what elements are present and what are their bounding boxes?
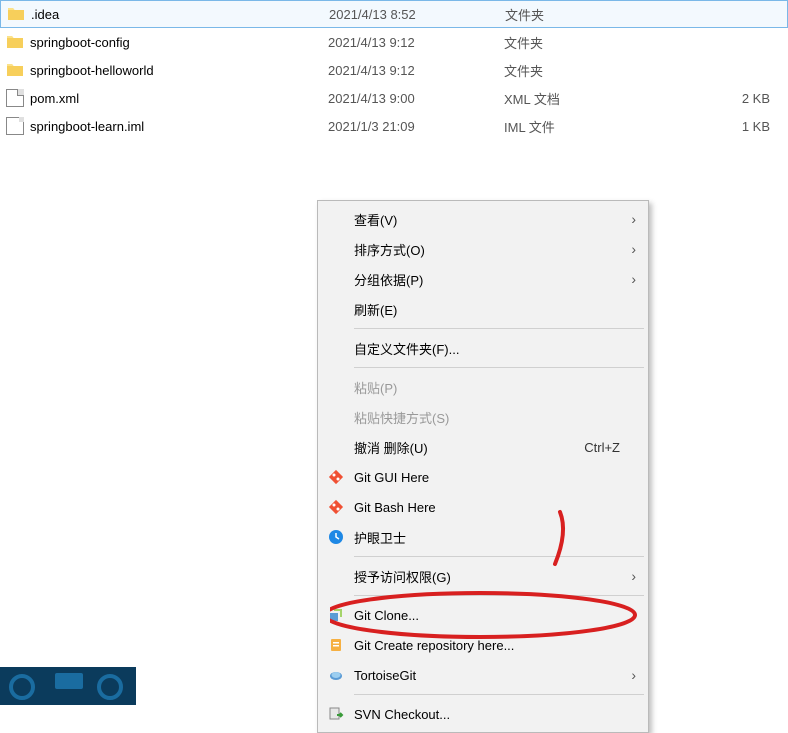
- svn-checkout-icon: [324, 706, 348, 722]
- menu-git-gui[interactable]: Git GUI Here: [320, 462, 646, 492]
- file-type: 文件夹: [504, 33, 718, 52]
- menu-svn-checkout[interactable]: SVN Checkout...: [320, 699, 646, 729]
- menu-label: 授予访问权限(G): [348, 567, 638, 586]
- file-date: 2021/4/13 8:52: [329, 7, 505, 22]
- file-name: pom.xml: [30, 91, 79, 106]
- menu-separator: [354, 694, 644, 695]
- tortoisegit-clone-icon: [324, 607, 348, 623]
- menu-git-create-repository[interactable]: Git Create repository here...: [320, 630, 646, 660]
- menu-undo-delete[interactable]: 撤消 删除(U) Ctrl+Z: [320, 432, 646, 462]
- menu-view[interactable]: 查看(V) ›: [320, 204, 646, 234]
- xml-file-icon: [6, 89, 24, 107]
- file-date: 2021/4/13 9:12: [328, 35, 504, 50]
- menu-label: 护眼卫士: [348, 528, 638, 547]
- menu-label: 刷新(E): [348, 300, 638, 319]
- menu-label: Git GUI Here: [348, 470, 638, 485]
- file-list: .idea 2021/4/13 8:52 文件夹 springboot-conf…: [0, 0, 788, 140]
- menu-label: Git Clone...: [348, 608, 638, 623]
- menu-label: TortoiseGit: [348, 668, 638, 683]
- menu-grant-access[interactable]: 授予访问权限(G) ›: [320, 561, 646, 591]
- menu-git-clone[interactable]: Git Clone...: [320, 600, 646, 630]
- menu-label: Git Create repository here...: [348, 638, 638, 653]
- menu-sort[interactable]: 排序方式(O) ›: [320, 234, 646, 264]
- menu-paste-shortcut: 粘贴快捷方式(S): [320, 402, 646, 432]
- menu-label: 排序方式(O): [348, 240, 638, 259]
- tortoisegit-create-icon: [324, 637, 348, 653]
- file-name: .idea: [31, 7, 59, 22]
- menu-refresh[interactable]: 刷新(E): [320, 294, 646, 324]
- menu-customize-folder[interactable]: 自定义文件夹(F)...: [320, 333, 646, 363]
- menu-label: SVN Checkout...: [348, 707, 638, 722]
- file-row[interactable]: springboot-learn.iml 2021/1/3 21:09 IML …: [0, 112, 788, 140]
- file-date: 2021/1/3 21:09: [328, 119, 504, 134]
- file-row[interactable]: .idea 2021/4/13 8:52 文件夹: [0, 0, 788, 28]
- file-date: 2021/4/13 9:00: [328, 91, 504, 106]
- menu-label: 查看(V): [348, 210, 638, 229]
- menu-label: 分组依据(P): [348, 270, 638, 289]
- menu-separator: [354, 328, 644, 329]
- folder-icon: [6, 33, 24, 51]
- menu-label: Git Bash Here: [348, 500, 638, 515]
- file-date: 2021/4/13 9:12: [328, 63, 504, 78]
- menu-tortoisegit[interactable]: TortoiseGit ›: [320, 660, 646, 690]
- file-type: IML 文件: [504, 117, 718, 136]
- chevron-right-icon: ›: [631, 568, 636, 584]
- menu-separator: [354, 595, 644, 596]
- chevron-right-icon: ›: [631, 667, 636, 683]
- iml-file-icon: [6, 117, 24, 135]
- folder-icon: [6, 61, 24, 79]
- clock-icon: [324, 529, 348, 545]
- file-type: 文件夹: [504, 61, 718, 80]
- file-name: springboot-config: [30, 35, 130, 50]
- menu-label: 粘贴快捷方式(S): [348, 408, 638, 427]
- file-name: springboot-learn.iml: [30, 119, 144, 134]
- file-type: 文件夹: [505, 5, 719, 24]
- file-type: XML 文档: [504, 89, 718, 108]
- menu-eye-guard[interactable]: 护眼卫士: [320, 522, 646, 552]
- context-menu: 查看(V) › 排序方式(O) › 分组依据(P) › 刷新(E) 自定义文件夹…: [317, 200, 649, 733]
- menu-label: 撤消 删除(U): [348, 438, 584, 457]
- tortoisegit-icon: [324, 667, 348, 683]
- file-size: 1 KB: [718, 119, 778, 134]
- menu-shortcut: Ctrl+Z: [584, 440, 638, 455]
- git-icon: [324, 469, 348, 485]
- git-icon: [324, 499, 348, 515]
- menu-group[interactable]: 分组依据(P) ›: [320, 264, 646, 294]
- file-row[interactable]: springboot-helloworld 2021/4/13 9:12 文件夹: [0, 56, 788, 84]
- menu-separator: [354, 556, 644, 557]
- menu-label: 自定义文件夹(F)...: [348, 339, 638, 358]
- file-row[interactable]: springboot-config 2021/4/13 9:12 文件夹: [0, 28, 788, 56]
- file-row[interactable]: pom.xml 2021/4/13 9:00 XML 文档 2 KB: [0, 84, 788, 112]
- taskbar-fragment: [0, 667, 136, 705]
- chevron-right-icon: ›: [631, 271, 636, 287]
- folder-icon: [7, 5, 25, 23]
- menu-git-bash[interactable]: Git Bash Here: [320, 492, 646, 522]
- menu-paste: 粘贴(P): [320, 372, 646, 402]
- file-name: springboot-helloworld: [30, 63, 154, 78]
- chevron-right-icon: ›: [631, 211, 636, 227]
- menu-separator: [354, 367, 644, 368]
- menu-label: 粘贴(P): [348, 378, 638, 397]
- chevron-right-icon: ›: [631, 241, 636, 257]
- file-size: 2 KB: [718, 91, 778, 106]
